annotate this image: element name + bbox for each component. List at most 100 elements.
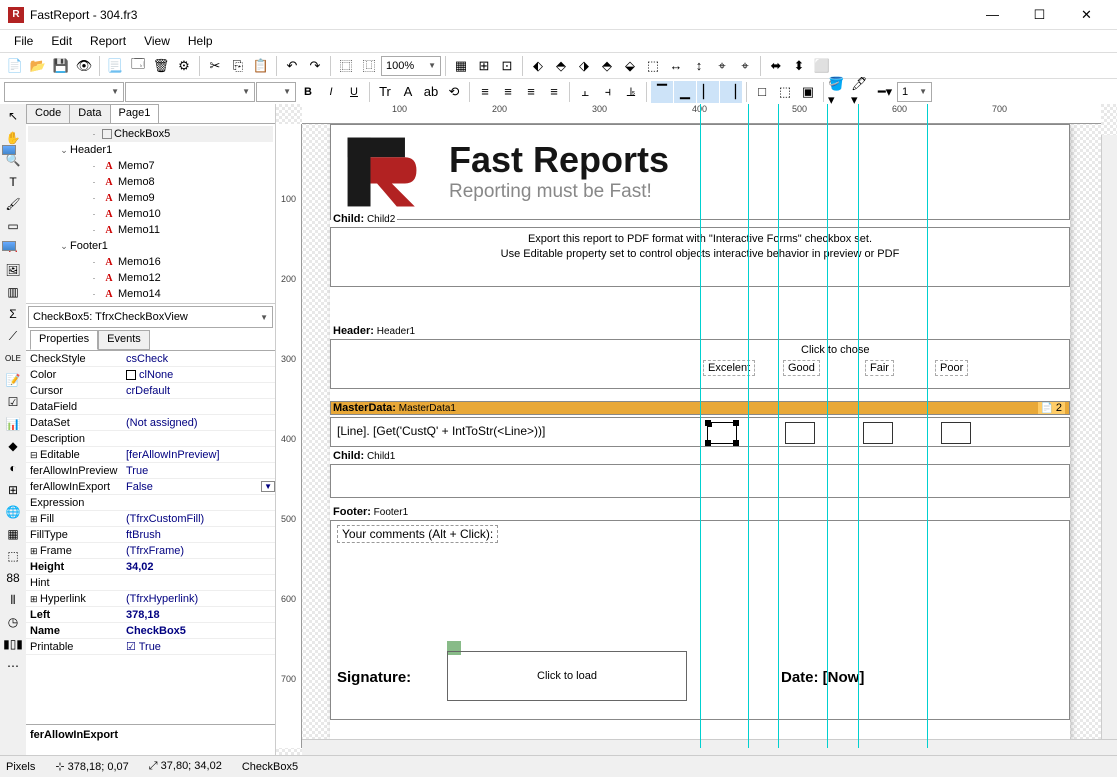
rich-icon[interactable]: 📝 (2, 370, 24, 390)
property-row[interactable]: CheckStylecsCheck (26, 351, 275, 367)
checkbox-object[interactable] (941, 422, 971, 444)
prop-value[interactable]: crDefault (122, 385, 275, 397)
guide-line[interactable] (700, 104, 701, 748)
picture-tool-icon[interactable]: 🖼 (2, 260, 24, 280)
line-color-icon[interactable]: 🖊▾ (851, 81, 873, 103)
property-row[interactable]: Color clNone (26, 367, 275, 383)
guide-line[interactable] (858, 104, 859, 748)
tree-item[interactable]: ·AMemo14 (28, 286, 273, 302)
close-button[interactable]: ✕ (1064, 1, 1109, 29)
align-bottom-icon[interactable]: ⬚ (642, 55, 664, 77)
zip-icon[interactable]: ⦀ (2, 590, 24, 610)
property-row[interactable]: Hint (26, 575, 275, 591)
checkbox-tool-icon[interactable]: ☑ (2, 392, 24, 412)
ole-icon[interactable]: OLE (2, 348, 24, 368)
prop-value[interactable]: (TfrxCustomFill) (122, 513, 275, 525)
save-icon[interactable]: 💾 (50, 55, 72, 77)
frame-none-icon[interactable]: ⬚ (774, 81, 796, 103)
gauge-icon[interactable]: ◷ (2, 612, 24, 632)
underline-icon[interactable]: U (343, 81, 365, 103)
chart-icon[interactable]: 📊 (2, 414, 24, 434)
center-v-icon[interactable]: ⌖ (734, 55, 756, 77)
tab-code[interactable]: Code (26, 104, 70, 123)
new-page-icon[interactable]: 📃 (104, 55, 126, 77)
checkbox-object[interactable] (785, 422, 815, 444)
align-center-icon[interactable]: ⬘ (550, 55, 572, 77)
property-row[interactable]: Fill(TfrxCustomFill) (26, 511, 275, 527)
format-tool-icon[interactable]: 🖌 (2, 194, 24, 214)
property-row[interactable]: Left378,18 (26, 607, 275, 623)
bold-icon[interactable]: B (297, 81, 319, 103)
text-bot-icon[interactable]: ⫡ (620, 81, 642, 103)
open-icon[interactable]: 📂 (27, 55, 49, 77)
tree-item[interactable]: ·AMemo16 (28, 254, 273, 270)
snap-icon[interactable]: ⊞ (473, 55, 495, 77)
cellular-icon[interactable]: ⬚ (2, 546, 24, 566)
font-settings-icon[interactable]: Tr (374, 81, 396, 103)
tab-data[interactable]: Data (69, 104, 110, 123)
checkbox-object[interactable] (863, 422, 893, 444)
gradient-icon[interactable]: ◐ (2, 458, 24, 478)
insert-band-icon[interactable]: ▭ (2, 216, 24, 236)
scrollbar-horizontal[interactable] (302, 739, 1117, 755)
maximize-button[interactable]: ☐ (1017, 1, 1062, 29)
prop-value[interactable]: [ferAllowInPreview] (122, 449, 275, 461)
property-row[interactable]: ferAllowInExportFalse ▼ (26, 479, 275, 495)
digital-icon[interactable]: 88 (2, 568, 24, 588)
tree-item[interactable]: ·AMemo7 (28, 158, 273, 174)
property-row[interactable]: NameCheckBox5 (26, 623, 275, 639)
tree-item[interactable]: ·AMemo8 (28, 174, 273, 190)
prop-value[interactable]: 34,02 (122, 561, 275, 573)
font-color-icon[interactable]: A (397, 81, 419, 103)
menu-help[interactable]: Help (180, 32, 221, 50)
size-combo[interactable]: ▼ (256, 82, 296, 102)
menu-file[interactable]: File (6, 32, 41, 50)
same-height-icon[interactable]: ⬍ (788, 55, 810, 77)
frame-right-icon[interactable]: ▕ (720, 81, 742, 103)
sysmemo-icon[interactable]: Σ (2, 304, 24, 324)
tree-item[interactable]: ·AMemo10 (28, 206, 273, 222)
property-row[interactable]: ferAllowInPreviewTrue (26, 463, 275, 479)
object-selector[interactable]: CheckBox5: TfrxCheckBoxView▼ (28, 306, 273, 328)
guide-line[interactable] (778, 104, 779, 748)
line-style-icon[interactable]: ━▾ (874, 81, 896, 103)
copy-icon[interactable]: ⎘ (227, 55, 249, 77)
globe-icon[interactable]: 🌐 (2, 502, 24, 522)
zoom-combo[interactable]: 100%▼ (381, 56, 441, 76)
property-row[interactable]: Description (26, 431, 275, 447)
tab-events[interactable]: Events (98, 330, 150, 350)
tree-item[interactable]: ⌄Footer1 (28, 238, 273, 254)
minimize-button[interactable]: — (970, 1, 1015, 29)
property-row[interactable]: Editable[ferAllowInPreview] (26, 447, 275, 463)
cut-icon[interactable]: ✂ (204, 55, 226, 77)
shape-icon[interactable]: ◆ (2, 436, 24, 456)
same-size-icon[interactable]: ⬜ (811, 55, 833, 77)
space-h-icon[interactable]: ↔ (665, 55, 687, 77)
ungroup-icon[interactable]: ⿶ (358, 55, 380, 77)
design-canvas[interactable]: 100200300400500600700 100200300400500600… (276, 104, 1117, 764)
highlight-icon[interactable]: ab (420, 81, 442, 103)
paste-icon[interactable]: 📋 (250, 55, 272, 77)
line-tool-icon[interactable]: ⟋ (2, 326, 24, 346)
property-row[interactable]: CursorcrDefault (26, 383, 275, 399)
crosstab-icon[interactable]: ⊞ (2, 480, 24, 500)
rotate-icon[interactable]: ⟲ (443, 81, 465, 103)
property-row[interactable]: Height34,02 (26, 559, 275, 575)
text-mid-icon[interactable]: ⫞ (597, 81, 619, 103)
page-settings-icon[interactable]: ⚙ (173, 55, 195, 77)
prop-value[interactable]: ☑ True (122, 640, 275, 653)
tree-item[interactable]: ·CheckBox5 (28, 126, 273, 142)
align-left-icon[interactable]: ⬖ (527, 55, 549, 77)
prop-value[interactable]: csCheck (122, 353, 275, 365)
tree-item[interactable]: ·AMemo12 (28, 270, 273, 286)
text-center-icon[interactable]: ≡ (497, 81, 519, 103)
italic-icon[interactable]: I (320, 81, 342, 103)
undo-icon[interactable]: ↶ (281, 55, 303, 77)
redo-icon[interactable]: ↷ (304, 55, 326, 77)
preview-icon[interactable]: 👁 (73, 55, 95, 77)
object-tree[interactable]: ·CheckBox5⌄Header1·AMemo7·AMemo8·AMemo9·… (26, 124, 275, 304)
frame-top-icon[interactable]: ▔ (651, 81, 673, 103)
tab-properties[interactable]: Properties (30, 330, 98, 350)
delete-page-icon[interactable]: 🗑 (150, 55, 172, 77)
text-left-icon[interactable]: ≡ (474, 81, 496, 103)
